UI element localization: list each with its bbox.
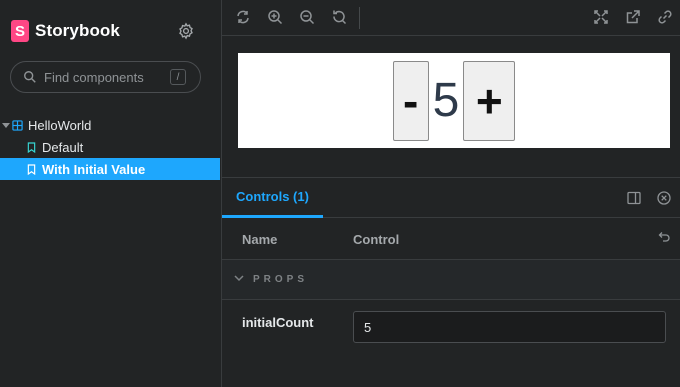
search-placeholder: Find components — [44, 69, 144, 85]
story-tree: HelloWorld Default With Initial Value — [0, 114, 220, 180]
storybook-logo: S — [11, 20, 29, 42]
tree-item-with-initial-value[interactable]: With Initial Value — [0, 158, 220, 180]
open-new-tab-icon[interactable] — [625, 9, 641, 25]
tree-item-label: With Initial Value — [42, 161, 146, 177]
search-shortcut-key: / — [170, 69, 186, 85]
initial-count-input[interactable]: 5 — [353, 311, 666, 343]
decrement-button[interactable]: - — [392, 60, 429, 141]
counter-value: 5 — [432, 74, 460, 127]
zoom-in-icon[interactable] — [267, 9, 283, 25]
close-icon[interactable] — [657, 191, 671, 205]
increment-button[interactable]: + — [463, 60, 516, 141]
chevron-down-icon[interactable] — [2, 122, 10, 128]
props-section-toggle[interactable]: PROPS — [222, 260, 680, 300]
zoom-out-icon[interactable] — [299, 9, 315, 25]
bookmark-icon — [27, 141, 36, 153]
controls-table-header: Name Control — [222, 218, 680, 260]
storybook-brand[interactable]: S Storybook — [11, 20, 120, 42]
tree-item-default[interactable]: Default — [0, 136, 220, 158]
section-label: PROPS — [253, 274, 309, 285]
toolbar-divider — [359, 7, 360, 29]
tree-item-label: HelloWorld — [28, 117, 92, 133]
fullscreen-icon[interactable] — [593, 9, 609, 25]
gear-icon[interactable] — [177, 22, 195, 40]
search-icon — [24, 71, 36, 83]
copy-link-icon[interactable] — [657, 9, 673, 25]
tab-controls[interactable]: Controls (1) — [222, 178, 323, 218]
sync-icon[interactable] — [235, 9, 251, 25]
chevron-down-icon — [234, 275, 244, 282]
story-canvas: - 5 + — [238, 53, 670, 148]
zoom-reset-icon[interactable] — [331, 9, 347, 25]
column-control-header: Control — [353, 232, 400, 247]
table-row: initialCount 5 — [222, 300, 680, 356]
panel-orientation-icon[interactable] — [627, 191, 641, 205]
undo-icon[interactable] — [657, 230, 671, 244]
brand-name: Storybook — [35, 21, 120, 40]
bookmark-icon — [27, 163, 36, 175]
prop-name: initialCount — [242, 315, 314, 330]
sidebar: S Storybook Find components / HelloWorld… — [0, 0, 220, 387]
tree-item-label: Default — [42, 139, 84, 155]
search-input[interactable]: Find components / — [10, 61, 201, 93]
panel-tabbar: Controls (1) — [222, 178, 680, 218]
tree-item-helloworld[interactable]: HelloWorld — [0, 114, 220, 136]
component-icon — [12, 119, 23, 131]
addons-panel: Controls (1) Name Control PROPS initialC… — [222, 177, 680, 387]
column-name-header: Name — [242, 232, 278, 247]
preview-toolbar — [222, 0, 680, 36]
main-area: - 5 + Controls (1) Name Control PROPS in… — [221, 0, 680, 387]
